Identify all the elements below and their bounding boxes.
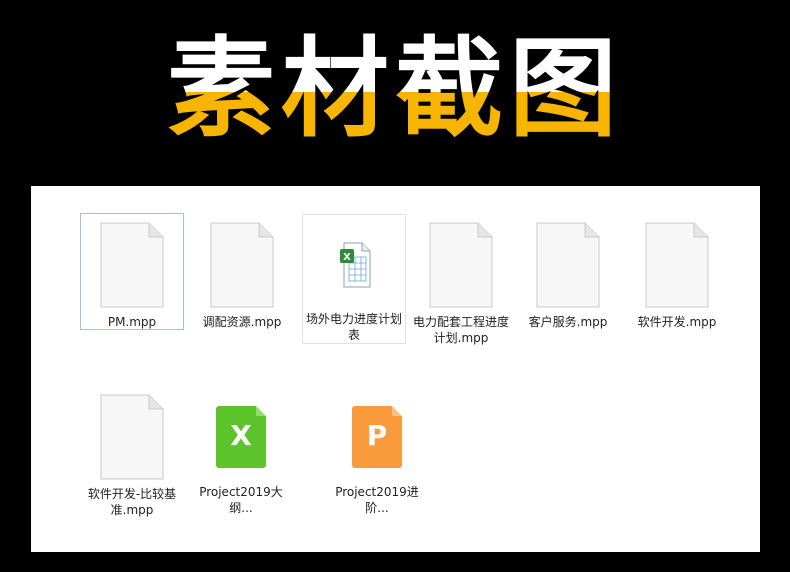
banner-title: 素材截图 (167, 22, 623, 157)
banner: 素材截图 (0, 22, 790, 157)
file-name: 调配资源.mpp (202, 315, 282, 329)
file-name: Project2019进阶... (335, 485, 419, 515)
excel-tile-icon: X (216, 406, 266, 468)
file-item-project2019-outline[interactable]: X Project2019大纲... (189, 388, 293, 515)
file-name: 场外电力进度计划表 (305, 312, 402, 342)
file-item-power-schedule-table[interactable]: X 场外电力进度计划表 (302, 214, 406, 344)
spreadsheet-document-icon: X (340, 242, 371, 288)
file-name: PM.mpp (107, 315, 157, 329)
svg-text:X: X (343, 252, 351, 263)
file-item-software-development[interactable]: 软件开发.mpp (625, 214, 729, 331)
file-item-project2019-advanced[interactable]: P Project2019进阶... (325, 388, 429, 515)
file-name: 客户服务.mpp (528, 315, 608, 329)
blank-document-icon (536, 222, 600, 308)
blank-document-icon (100, 394, 164, 480)
blank-document-icon (100, 222, 164, 308)
file-item-customer-service[interactable]: 客户服务.mpp (516, 214, 620, 331)
blank-document-icon (210, 222, 274, 308)
file-name: 电力配套工程进度计划.mpp (412, 315, 509, 345)
file-item-power-supporting-project[interactable]: 电力配套工程进度计划.mpp (409, 214, 513, 345)
file-item-software-development-baseline[interactable]: 软件开发-比较基准.mpp (80, 388, 184, 518)
file-name: Project2019大纲... (199, 485, 283, 515)
blank-document-icon (429, 222, 493, 308)
file-name: 软件开发-比较基准.mpp (87, 487, 177, 517)
file-item-allocate-resources[interactable]: 调配资源.mpp (190, 214, 294, 331)
ppt-tile-icon: P (352, 406, 402, 468)
blank-document-icon (645, 222, 709, 308)
file-explorer-panel: PM.mpp 调配资源.mpp X 场外电力进度计划表 电力配套工程进度计划.m… (31, 186, 760, 552)
file-item-pm[interactable]: PM.mpp (80, 213, 184, 330)
file-name: 软件开发.mpp (637, 315, 717, 329)
